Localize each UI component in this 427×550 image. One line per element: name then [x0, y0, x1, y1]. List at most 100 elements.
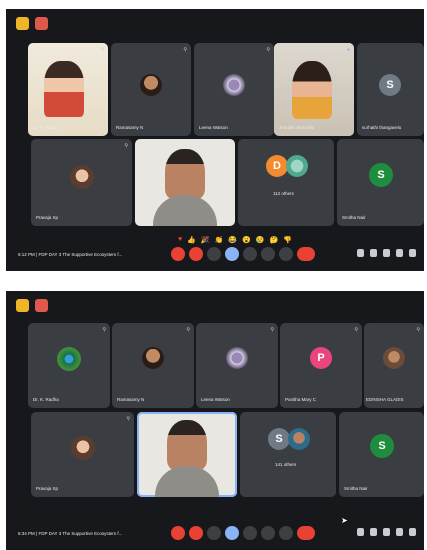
captions-button[interactable]	[207, 526, 221, 540]
participant-photo	[286, 155, 308, 177]
participant-photo	[288, 428, 310, 450]
participant-tile[interactable]: ⚲ Ramasamy N	[111, 43, 191, 136]
present-button[interactable]	[225, 247, 239, 261]
participant-name: Leena Watson	[199, 125, 228, 130]
participant-video-person	[167, 420, 207, 470]
reactions-button[interactable]	[243, 526, 257, 540]
participant-video-person	[165, 149, 205, 199]
others-tile[interactable]: S 141 others	[240, 412, 336, 497]
participant-tile[interactable]: P ⚲ Punitha Mary C	[280, 323, 362, 408]
mic-off-icon: ⚲	[266, 47, 270, 53]
end-call-button[interactable]	[297, 247, 315, 261]
meet-screenshot-1: ⚲ Dr. K. Radha ⚲ Ramasamy N ⚲ Leena Wats…	[6, 9, 424, 271]
record-icon[interactable]	[35, 17, 48, 30]
host-lock-icon[interactable]	[409, 249, 416, 257]
mic-off-icon: ⚲	[354, 327, 358, 333]
captions-button[interactable]	[207, 247, 221, 261]
top-icons	[16, 299, 48, 312]
participant-tile[interactable]: ⚲ Ramasamy N	[112, 323, 194, 408]
mic-toggle-button[interactable]	[171, 526, 185, 540]
participant-tile[interactable]: S Smitha Nair	[339, 412, 424, 497]
host-controls-icon[interactable]	[16, 299, 29, 312]
chat-icon[interactable]	[383, 249, 390, 257]
peacock-avatar-icon	[57, 347, 81, 371]
participant-photo	[383, 347, 405, 369]
mic-off-icon: ⚲	[270, 327, 274, 333]
present-button[interactable]	[225, 526, 239, 540]
mic-off-icon: ⚲	[102, 327, 106, 333]
participant-video-body	[153, 195, 217, 226]
others-count: 141 others	[275, 462, 297, 467]
mic-off-icon: ⚲	[126, 416, 130, 422]
participant-avatar: S	[379, 74, 401, 96]
meeting-time: 6:34 PM	[18, 531, 35, 536]
participant-tile-speaking[interactable]: ● Jennifer Sharmila	[274, 43, 354, 136]
participant-avatar: S	[370, 434, 394, 458]
participant-photo	[140, 74, 162, 96]
participant-tile[interactable]: S Smitha Nair	[337, 139, 424, 226]
participant-name: Dr. K. Radha	[33, 125, 59, 130]
host-lock-icon[interactable]	[409, 528, 416, 536]
participant-name: Dr. K. Radha	[33, 397, 59, 402]
mic-off-icon: ⚲	[183, 47, 187, 53]
participant-photo	[226, 347, 248, 369]
participant-tile[interactable]: S surhathi thangavelu	[357, 43, 424, 136]
activities-icon[interactable]	[396, 528, 403, 536]
top-icons	[16, 17, 48, 30]
participant-video-person	[292, 61, 332, 119]
info-icon[interactable]	[357, 528, 364, 536]
host-controls-icon[interactable]	[16, 17, 29, 30]
participant-name: Punitha Mary C	[285, 397, 317, 402]
participant-name: Ramasamy N	[117, 397, 145, 402]
participant-tile[interactable]: ⚲ Dr. K. Radha	[28, 43, 108, 136]
info-icon[interactable]	[357, 249, 364, 257]
mic-toggle-button[interactable]	[171, 247, 185, 261]
participant-name: EDINSHA GLADIS	[366, 397, 404, 402]
camera-toggle-button[interactable]	[189, 526, 203, 540]
mic-off-icon: ⚲	[124, 143, 128, 149]
more-options-button[interactable]	[279, 526, 293, 540]
participant-name: Ramasamy N	[116, 125, 144, 130]
meeting-time-title: 6:34 PM | FDP DAY 3 The Supportive Ecosy…	[18, 531, 122, 536]
meet-screenshot-2: ⚲ Dr. K. Radha ⚲ Ramasamy N ⚲ Leena Wats…	[6, 291, 424, 550]
participant-photo	[71, 436, 95, 460]
more-options-button[interactable]	[279, 247, 293, 261]
chat-icon[interactable]	[383, 528, 390, 536]
people-icon[interactable]	[370, 249, 377, 257]
meeting-time: 6:12 PM	[18, 252, 35, 257]
mic-off-icon: ⚲	[416, 327, 420, 333]
others-tile[interactable]: D 112 others	[238, 139, 334, 226]
participant-name: Jennifer Sharmila	[279, 125, 315, 130]
raise-hand-button[interactable]	[261, 526, 275, 540]
participant-tile[interactable]: ⚲ Pravaja Xp	[31, 139, 132, 226]
participant-video-person	[44, 61, 84, 117]
participant-avatar: P	[310, 347, 332, 369]
others-count: 112 others	[273, 191, 294, 196]
call-controls	[171, 526, 315, 540]
camera-toggle-button[interactable]	[189, 247, 203, 261]
participant-avatar: S	[369, 163, 393, 187]
participant-tile[interactable]: ⚲ Leena Watson	[194, 43, 274, 136]
participant-name: Pravaja Xp	[36, 215, 59, 220]
participant-tile[interactable]: ⚲ Leena Watson	[196, 323, 278, 408]
participant-avatar: S	[268, 428, 290, 450]
reactions-button[interactable]	[243, 247, 257, 261]
meeting-title: FDP DAY 3 The Supportive Ecosystem f...	[38, 531, 123, 536]
raise-hand-button[interactable]	[261, 247, 275, 261]
participant-photo	[223, 74, 245, 96]
side-panel-buttons	[357, 528, 416, 536]
participant-tile-video[interactable]	[135, 139, 235, 226]
participant-tile[interactable]: ⚲ Pravaja Xp	[31, 412, 134, 497]
call-controls	[171, 247, 315, 261]
participant-tile-video-speaking[interactable]	[137, 412, 237, 497]
meeting-time-title: 6:12 PM | FDP DAY 3 The Supportive Ecosy…	[18, 252, 122, 257]
activities-icon[interactable]	[396, 249, 403, 257]
participant-video-body	[155, 466, 219, 497]
participant-tile[interactable]: ⚲ Dr. K. Radha	[28, 323, 110, 408]
participant-tile[interactable]: ⚲ EDINSHA GLADIS	[364, 323, 424, 408]
participant-name: Smitha Nair	[342, 215, 366, 220]
record-icon[interactable]	[35, 299, 48, 312]
participant-name: surhathi thangavelu	[362, 125, 402, 130]
end-call-button[interactable]	[297, 526, 315, 540]
people-icon[interactable]	[370, 528, 377, 536]
